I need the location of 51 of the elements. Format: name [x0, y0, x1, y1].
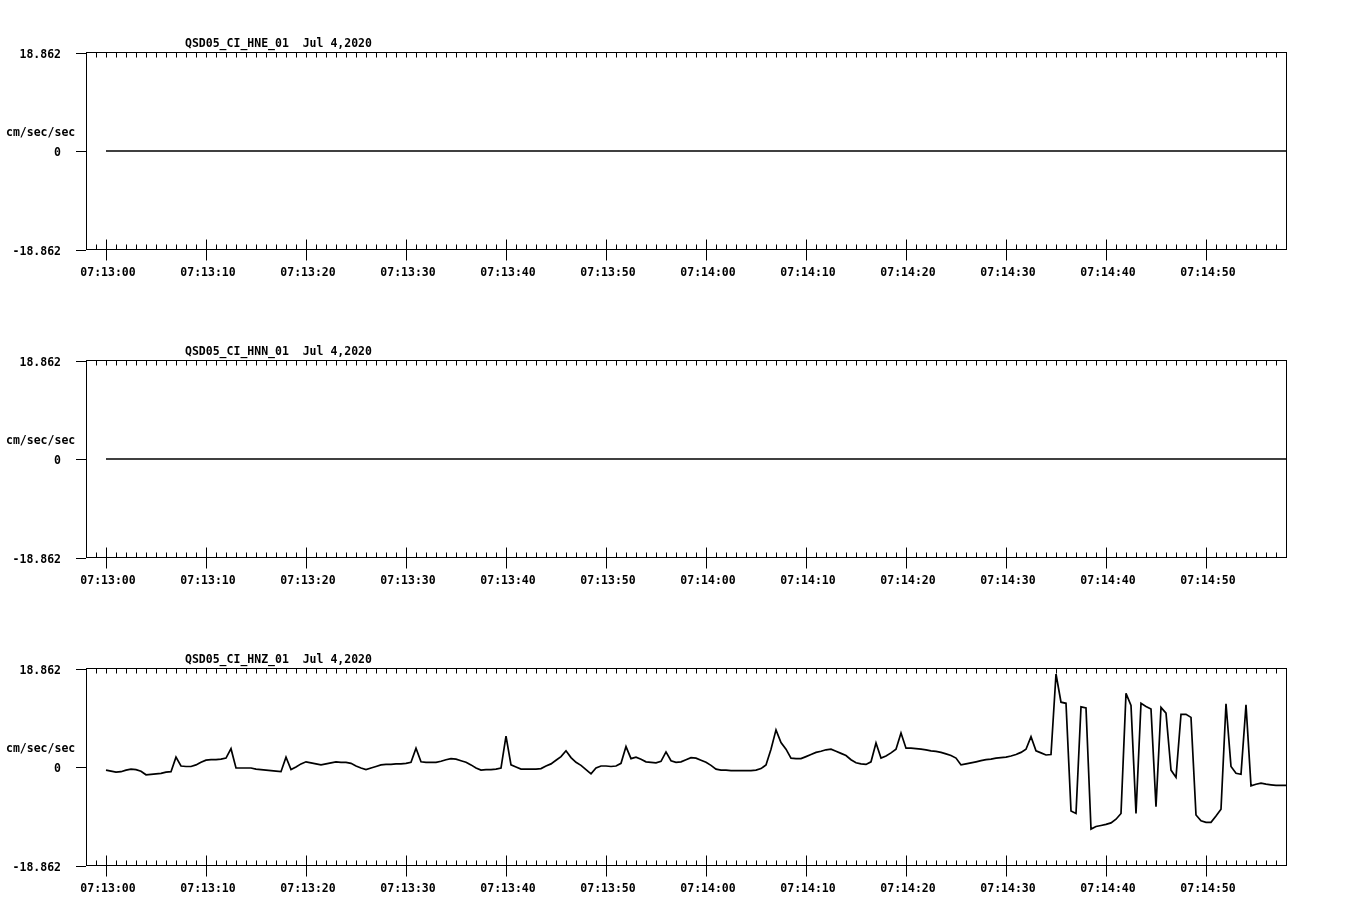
y-axis-label: cm/sec/sec [6, 125, 76, 139]
x-tick-label: 07:13:40 [480, 265, 536, 279]
chart-title: QSD05_CI_HNN_01 Jul 4,2020 [185, 343, 372, 358]
y-tick-label: 18.862 [19, 46, 61, 61]
x-tick-label: 07:13:30 [380, 881, 436, 895]
x-tick-label: 07:14:50 [1180, 265, 1236, 279]
x-tick-label: 07:14:30 [980, 265, 1036, 279]
x-tick-label: 07:14:10 [780, 265, 836, 279]
x-tick-label: 07:14:00 [680, 265, 736, 279]
x-tick-label: 07:14:00 [680, 573, 736, 587]
y-tick-label: -18.862 [12, 243, 61, 258]
x-tick-label: 07:13:20 [280, 573, 336, 587]
x-tick-label: 07:13:10 [180, 573, 236, 587]
x-tick-label: 07:14:20 [880, 573, 936, 587]
x-tick-label: 07:13:50 [580, 265, 636, 279]
x-tick-label: 07:13:20 [280, 265, 336, 279]
x-tick-label: 07:14:50 [1180, 573, 1236, 587]
y-tick-label: 18.862 [19, 662, 61, 677]
x-tick-label: 07:13:50 [580, 881, 636, 895]
y-tick-label: 0 [54, 452, 61, 467]
y-tick-label: 0 [54, 760, 61, 775]
x-tick-label: 07:13:10 [180, 265, 236, 279]
x-tick-label: 07:14:50 [1180, 881, 1236, 895]
x-tick-label: 07:13:00 [80, 265, 136, 279]
chart-title: QSD05_CI_HNE_01 Jul 4,2020 [185, 35, 372, 50]
y-axis-label: cm/sec/sec [6, 741, 76, 755]
x-tick-label: 07:14:40 [1080, 265, 1136, 279]
x-tick-label: 07:14:20 [880, 881, 936, 895]
y-tick-label: -18.862 [12, 859, 61, 874]
x-tick-label: 07:13:20 [280, 881, 336, 895]
y-tick-label: -18.862 [12, 551, 61, 566]
x-tick-label: 07:13:30 [380, 265, 436, 279]
x-tick-label: 07:14:30 [980, 573, 1036, 587]
x-tick-label: 07:13:10 [180, 881, 236, 895]
x-tick-label: 07:14:10 [780, 573, 836, 587]
x-tick-label: 07:14:40 [1080, 881, 1136, 895]
x-tick-label: 07:14:10 [780, 881, 836, 895]
x-tick-label: 07:14:20 [880, 265, 936, 279]
x-tick-label: 07:14:40 [1080, 573, 1136, 587]
y-axis-label: cm/sec/sec [6, 433, 76, 447]
x-tick-label: 07:13:00 [80, 573, 136, 587]
x-tick-label: 07:14:30 [980, 881, 1036, 895]
x-tick-label: 07:13:50 [580, 573, 636, 587]
y-tick-label: 18.862 [19, 354, 61, 369]
x-tick-label: 07:13:00 [80, 881, 136, 895]
x-tick-label: 07:13:40 [480, 881, 536, 895]
x-tick-label: 07:13:40 [480, 573, 536, 587]
x-tick-label: 07:13:30 [380, 573, 436, 587]
chart-title: QSD05_CI_HNZ_01 Jul 4,2020 [185, 651, 372, 666]
y-tick-label: 0 [54, 144, 61, 159]
x-tick-label: 07:14:00 [680, 881, 736, 895]
